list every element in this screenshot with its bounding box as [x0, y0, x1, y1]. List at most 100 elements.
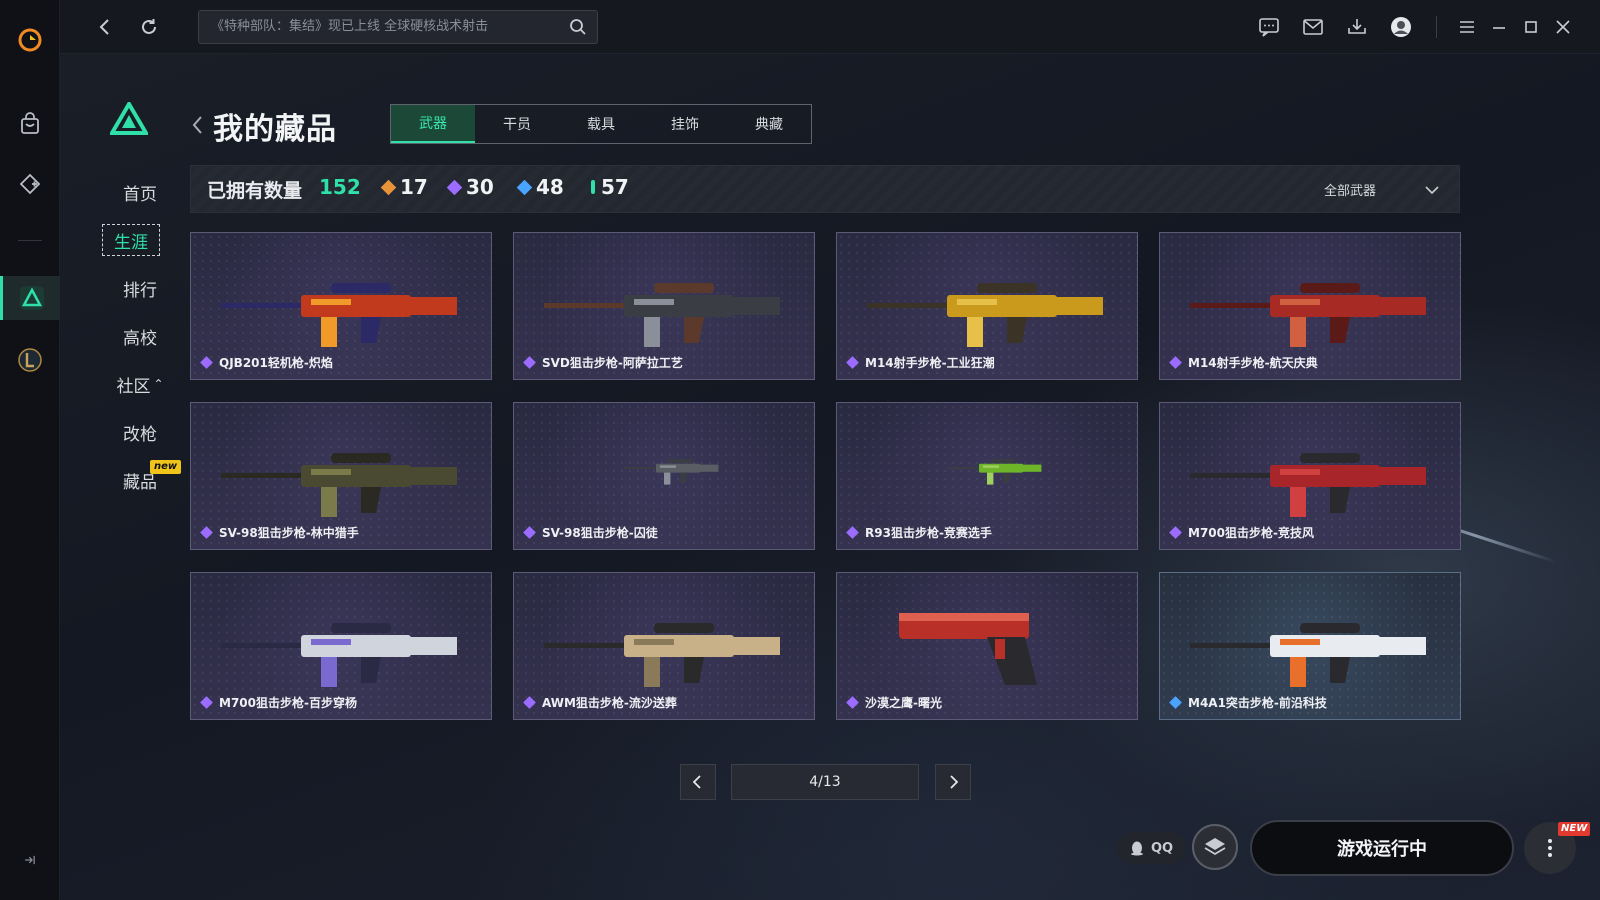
weapon-card[interactable]: SVD狙击步枪-阿萨拉工艺 [513, 232, 815, 380]
chevron-left-icon[interactable] [190, 114, 204, 136]
weapon-name: M700狙击步枪-竞技风 [1188, 526, 1314, 540]
weapon-image [221, 623, 457, 687]
weapon-name: QJB201轻机枪-炽焰 [219, 356, 333, 370]
weapon-name: M14射手步枪-航天庆典 [1188, 356, 1318, 370]
weapon-card[interactable]: M14射手步枪-航天庆典 [1159, 232, 1461, 380]
collection-tabs: 武器 干员 载具 挂饰 典藏 [390, 104, 812, 144]
weapon-image [899, 613, 1037, 685]
weapon-image [544, 623, 780, 687]
weapon-card[interactable]: M4A1突击步枪-前沿科技 [1159, 572, 1461, 720]
weapon-image [1190, 453, 1426, 517]
blue-rarity-icon [516, 179, 533, 195]
game-running-button[interactable]: 游戏运行中 [1250, 820, 1514, 876]
layers-icon [1204, 838, 1226, 856]
stat-green: 57 [591, 175, 629, 199]
orange-rarity-icon [380, 179, 397, 195]
weapon-card[interactable]: AWM狙击步枪-流沙送葬 [513, 572, 815, 720]
weapon-image [544, 283, 780, 347]
chevron-left-icon [692, 775, 701, 789]
weapon-name: M4A1突击步枪-前沿科技 [1188, 696, 1327, 710]
new-badge: new [150, 460, 182, 474]
league-game-icon[interactable] [0, 338, 60, 382]
weapon-name: M700狙击步枪-百步穿杨 [219, 696, 357, 710]
purple-rarity-icon [446, 179, 463, 195]
weapon-image [624, 459, 719, 485]
weapon-image [221, 453, 457, 517]
app-logo-icon[interactable] [0, 18, 60, 62]
nav-college[interactable]: 高校 [100, 320, 180, 352]
store-bag-icon[interactable] [0, 102, 60, 146]
weapon-name: SVD狙击步枪-阿萨拉工艺 [542, 356, 683, 370]
nav-community[interactable]: 社区 ⌃ [100, 368, 180, 400]
chevron-up-icon: ⌃ [153, 377, 164, 391]
stat-purple: 30 [446, 175, 494, 199]
weapon-name: M14射手步枪-工业狂潮 [865, 356, 995, 370]
owned-total: 152 [319, 175, 361, 199]
weapon-card[interactable]: M700狙击步枪-竞技风 [1159, 402, 1461, 550]
nav-career[interactable]: 生涯 [102, 224, 160, 256]
stat-blue-value: 48 [536, 175, 564, 199]
weapon-name: R93狙击步枪-竞赛选手 [865, 526, 992, 540]
overlay-toggle-button[interactable] [1192, 824, 1238, 870]
nav-home[interactable]: 首页 [100, 176, 180, 208]
more-vertical-icon [1548, 839, 1552, 857]
rail-divider [18, 240, 42, 241]
minimize-icon[interactable] [1486, 14, 1512, 40]
weapon-card[interactable]: M700狙击步枪-百步穿杨 [190, 572, 492, 720]
tab-charms[interactable]: 挂饰 [643, 105, 727, 143]
topbar-divider [1436, 16, 1437, 38]
chevron-down-icon[interactable] [1424, 182, 1440, 198]
weapon-image [867, 283, 1103, 347]
delta-force-logo [110, 102, 148, 135]
expand-rail-icon[interactable] [0, 840, 60, 880]
owned-summary-bar: 已拥有数量 152 17 30 48 57 全部武器 [190, 165, 1460, 213]
menu-icon[interactable] [1454, 14, 1480, 40]
weapon-card[interactable]: 沙漠之鹰-曙光 [836, 572, 1138, 720]
app-left-rail [0, 0, 60, 900]
tab-weapons[interactable]: 武器 [391, 105, 475, 143]
stat-purple-value: 30 [466, 175, 494, 199]
weapon-card[interactable]: R93狙击步枪-竞赛选手 [836, 402, 1138, 550]
mail-icon[interactable] [1300, 14, 1326, 40]
stat-green-value: 57 [601, 175, 629, 199]
weapon-image [1190, 283, 1426, 347]
chevron-right-icon [950, 775, 959, 789]
download-icon[interactable] [1344, 14, 1370, 40]
weapon-name: SV-98狙击步枪-林中猎手 [219, 526, 359, 540]
qq-label: QQ [1150, 840, 1174, 856]
chat-icon[interactable] [1256, 14, 1282, 40]
nav-community-label: 社区 [116, 376, 151, 397]
qq-button[interactable]: QQ [1116, 832, 1186, 864]
game-add-icon[interactable] [0, 162, 60, 206]
weapon-filter-dropdown[interactable]: 全部武器 [1324, 180, 1376, 199]
weapon-card[interactable]: M14射手步枪-工业狂潮 [836, 232, 1138, 380]
back-button[interactable] [90, 12, 120, 42]
page-title: 我的藏品 [213, 112, 337, 147]
weapon-image [947, 459, 1042, 485]
penguin-icon [1130, 841, 1143, 856]
stat-orange: 17 [380, 175, 428, 199]
weapon-card[interactable]: SV-98狙击步枪-囚徒 [513, 402, 815, 550]
tab-operators[interactable]: 干员 [475, 105, 559, 143]
prev-page-button[interactable] [680, 764, 716, 800]
maximize-icon[interactable] [1518, 14, 1544, 40]
avatar[interactable] [1388, 14, 1414, 40]
weapon-image [221, 283, 457, 347]
stat-blue: 48 [516, 175, 564, 199]
nav-ranking[interactable]: 排行 [100, 272, 180, 304]
tab-vehicles[interactable]: 载具 [559, 105, 643, 143]
weapon-card[interactable]: SV-98狙击步枪-林中猎手 [190, 402, 492, 550]
tab-archive[interactable]: 典藏 [727, 105, 811, 143]
close-icon[interactable] [1550, 14, 1576, 40]
refresh-button[interactable] [134, 12, 164, 42]
search-icon[interactable] [568, 17, 588, 37]
weapon-card[interactable]: QJB201轻机枪-炽焰 [190, 232, 492, 380]
nav-gunsmith[interactable]: 改枪 [100, 416, 180, 448]
page-indicator: 4/13 [731, 764, 919, 800]
delta-force-game-icon[interactable] [0, 276, 60, 320]
weapon-name: 沙漠之鹰-曙光 [865, 696, 942, 710]
weapon-name: SV-98狙击步枪-囚徒 [542, 526, 658, 540]
search-input[interactable]: 《特种部队：集结》现已上线 全球硬核战术射击 [198, 10, 598, 44]
weapon-name: AWM狙击步枪-流沙送葬 [542, 696, 677, 710]
next-page-button[interactable] [935, 764, 971, 800]
